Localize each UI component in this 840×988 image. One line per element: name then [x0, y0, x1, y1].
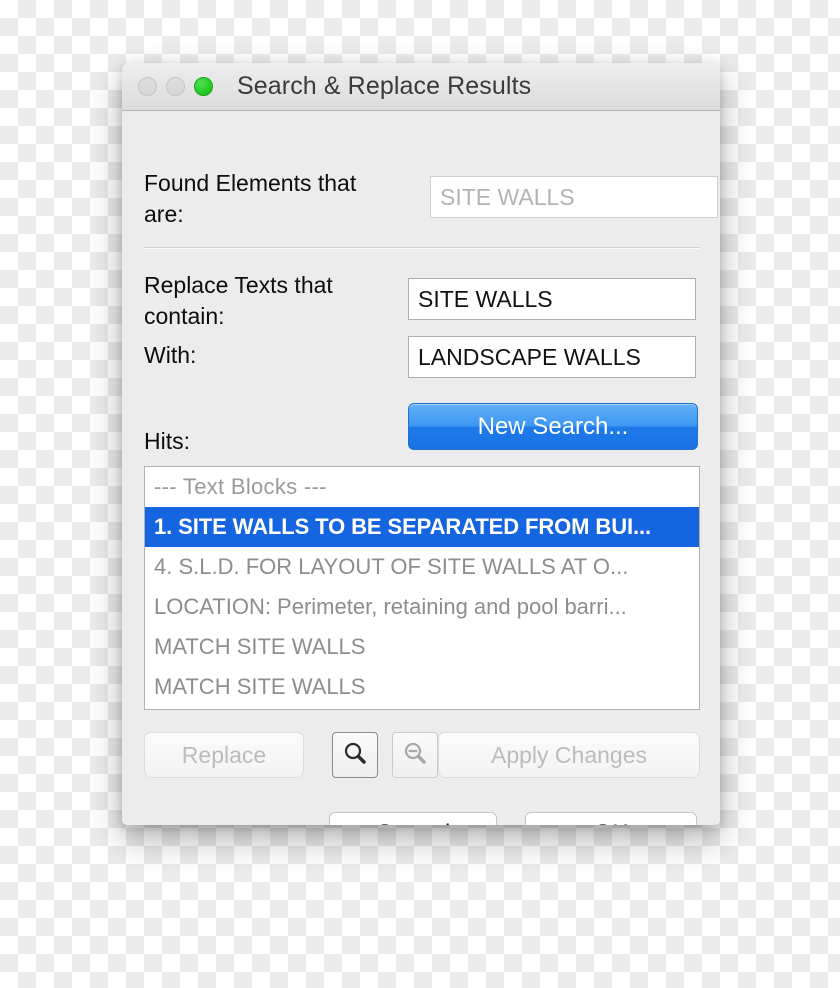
ok-button[interactable]: OK [525, 812, 697, 825]
found-elements-label: Found Elements that are: [144, 170, 357, 227]
search-replace-dialog: Search & Replace Results Found Elements … [122, 63, 720, 825]
magnifier-icon-button[interactable] [332, 732, 378, 778]
found-elements-field: SITE WALLS [430, 176, 718, 218]
replace-texts-input[interactable]: SITE WALLS [408, 278, 696, 320]
list-item[interactable]: 1. SITE WALLS TO BE SEPARATED FROM BUI..… [145, 507, 699, 547]
new-search-button[interactable]: New Search... [408, 403, 698, 450]
magnifier-minus-icon [402, 740, 428, 771]
cancel-button[interactable]: Cancel [329, 812, 497, 825]
dialog-content: Found Elements that are: SITE WALLS Repl… [122, 111, 720, 825]
hits-label: Hits: [144, 428, 190, 454]
list-item[interactable]: MATCH SITE WALLS [145, 667, 699, 707]
list-item[interactable]: LOCATION: Perimeter, retaining and pool … [145, 587, 699, 627]
window-titlebar[interactable]: Search & Replace Results [122, 63, 720, 111]
section-divider [144, 247, 700, 249]
list-item[interactable]: 4. S.L.D. FOR LAYOUT OF SITE WALLS AT O.… [145, 547, 699, 587]
replace-texts-label: Replace Texts that contain: [144, 272, 333, 329]
apply-changes-button[interactable]: Apply Changes [438, 732, 700, 778]
zoom-button[interactable] [194, 77, 213, 96]
action-button-row: Replace Apply Changes [144, 732, 700, 778]
replace-button[interactable]: Replace [144, 732, 304, 778]
with-input[interactable]: LANDSCAPE WALLS [408, 336, 696, 378]
magnifier-icon [342, 740, 368, 771]
magnifier-minus-icon-button[interactable] [392, 732, 438, 778]
hits-list[interactable]: --- Text Blocks --- 1. SITE WALLS TO BE … [144, 466, 700, 710]
minimize-button[interactable] [166, 77, 185, 96]
list-item[interactable]: MATCH SITE WALLS [145, 627, 699, 667]
close-button[interactable] [138, 77, 157, 96]
window-title: Search & Replace Results [237, 72, 532, 100]
with-label: With: [144, 342, 197, 368]
list-item[interactable]: --- Text Blocks --- [145, 467, 699, 507]
